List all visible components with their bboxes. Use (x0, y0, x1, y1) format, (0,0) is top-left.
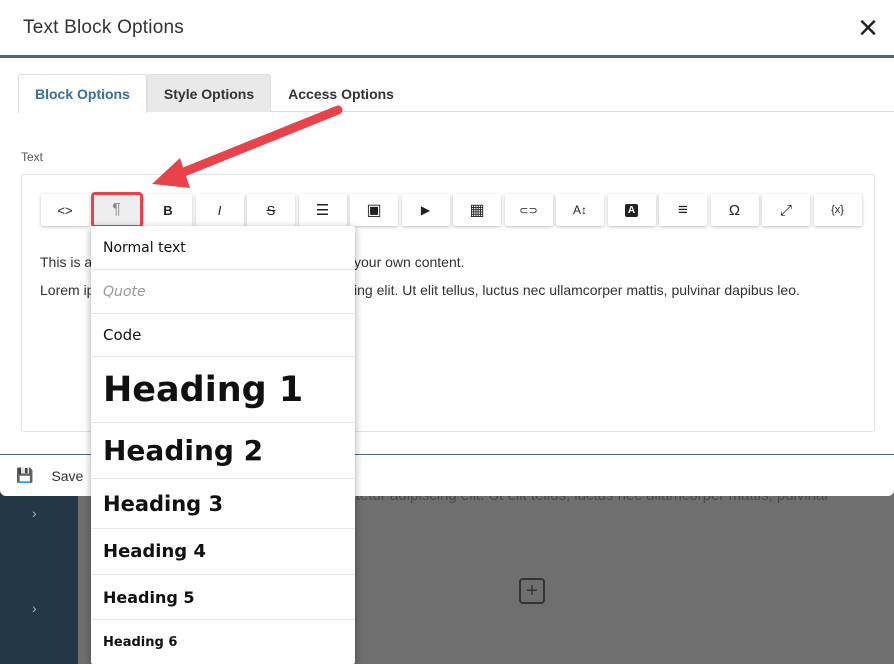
format-quote[interactable]: Quote (91, 270, 355, 314)
tab-block-options[interactable]: Block Options (18, 74, 147, 113)
modal-header: Text Block Options × (0, 0, 894, 58)
text-color-icon: A (624, 203, 639, 217)
format-heading-1[interactable]: Heading 1 (91, 357, 355, 423)
content-line-1-start: This is a (40, 254, 93, 270)
content-line-2-start: Lorem ip (40, 282, 95, 298)
save-icon: 💾 (16, 467, 34, 483)
fullscreen-button[interactable]: ⤢ (762, 194, 810, 226)
format-normal-text[interactable]: Normal text (91, 226, 355, 270)
format-heading-3[interactable]: Heading 3 (91, 479, 355, 529)
text-color-button[interactable]: A (607, 194, 656, 226)
annotation-arrow-icon (152, 105, 343, 188)
insert-video-button[interactable]: ▶ (401, 194, 450, 226)
align-button[interactable]: ≡ (659, 194, 707, 226)
chevron-right-icon[interactable]: › (32, 505, 37, 521)
content-line-1-end: your own content. (354, 254, 465, 270)
paragraph-format-button[interactable]: ¶ (90, 192, 143, 228)
font-size-button[interactable]: A↕ (556, 194, 604, 226)
paragraph-format-dropdown: Normal text Quote Code Heading 1 Heading… (91, 226, 355, 664)
variables-button[interactable]: {x} (813, 194, 862, 226)
save-button[interactable]: Save (51, 468, 83, 484)
format-heading-4[interactable]: Heading 4 (91, 529, 355, 575)
format-code[interactable]: Code (91, 314, 355, 357)
format-heading-6[interactable]: Heading 6 (91, 620, 355, 664)
special-characters-button[interactable]: Ω (710, 194, 759, 226)
close-icon[interactable]: × (858, 11, 878, 45)
content-line-2[interactable]: Lorem ip ing elit. Ut elit tellus, luctus… (40, 282, 800, 298)
chevron-right-icon[interactable]: › (32, 600, 37, 616)
code-view-button[interactable]: <> (41, 194, 89, 226)
content-line-1[interactable]: This is a your own content. (40, 254, 465, 270)
text-field-label: Text (21, 150, 44, 164)
insert-image-button[interactable]: ▣ (350, 194, 398, 226)
format-heading-5[interactable]: Heading 5 (91, 575, 355, 620)
content-line-2-end: ing elit. Ut elit tellus, luctus nec ull… (354, 282, 800, 298)
add-block-icon[interactable]: + (519, 578, 545, 604)
insert-table-button[interactable]: ▦ (453, 194, 501, 226)
modal-title: Text Block Options (23, 16, 184, 38)
format-heading-2[interactable]: Heading 2 (91, 423, 355, 479)
insert-link-button[interactable]: ⊂⊃ (504, 194, 553, 226)
